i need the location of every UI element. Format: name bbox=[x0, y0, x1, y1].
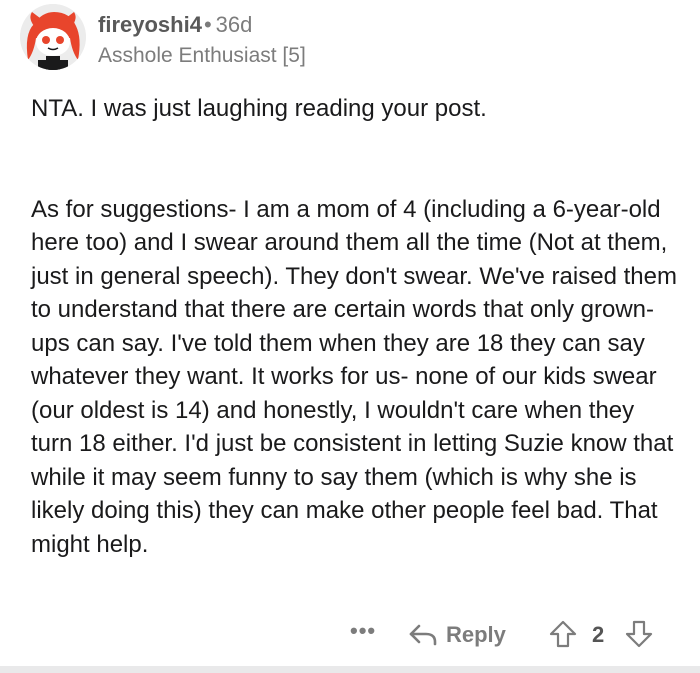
snoo-avatar-icon bbox=[20, 4, 86, 70]
vote-score: 2 bbox=[592, 622, 605, 647]
avatar[interactable] bbox=[20, 4, 86, 70]
comment-age: 36d bbox=[215, 12, 253, 37]
comment-body: NTA. I was just laughing reading your po… bbox=[31, 92, 681, 561]
more-options-button[interactable]: ••• bbox=[350, 618, 376, 644]
comment-paragraph: As for suggestions- I am a mom of 4 (inc… bbox=[31, 195, 677, 558]
upvote-arrow-icon bbox=[549, 620, 577, 648]
separator-dot: • bbox=[203, 12, 212, 37]
divider bbox=[0, 666, 700, 673]
comment-paragraph: NTA. I was just laughing reading your po… bbox=[31, 95, 487, 122]
downvote-arrow-icon bbox=[625, 620, 653, 648]
user-flair: Asshole Enthusiast [5] bbox=[98, 44, 306, 67]
reply-arrow-icon bbox=[409, 624, 437, 646]
username[interactable]: fireyoshi4 bbox=[98, 12, 202, 37]
reply-button[interactable]: Reply bbox=[408, 618, 506, 652]
comment-actions: ••• Reply 2 bbox=[0, 616, 700, 656]
reply-label: Reply bbox=[446, 622, 506, 647]
upvote-button[interactable] bbox=[548, 619, 578, 654]
comment-author[interactable]: fireyoshi4• 36d bbox=[98, 12, 252, 38]
downvote-button[interactable] bbox=[624, 619, 654, 654]
